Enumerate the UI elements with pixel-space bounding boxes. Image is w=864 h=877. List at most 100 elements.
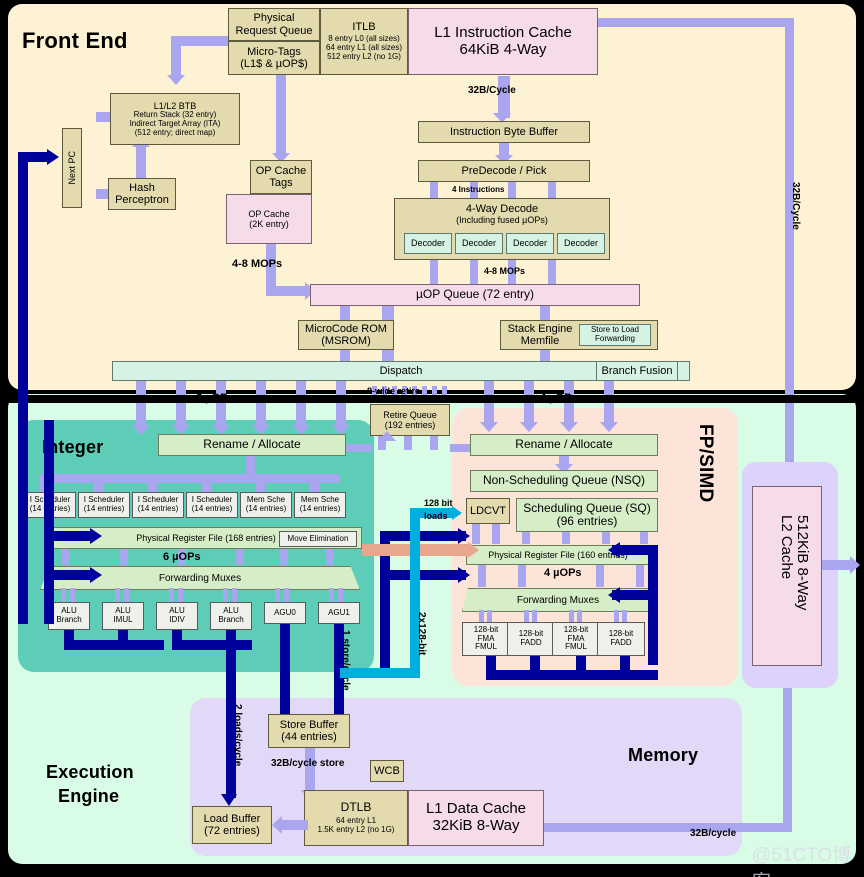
box-mem-scheduler-2: Mem Sche (14 entries) [294,492,346,518]
box-fp-rename-allocate: Rename / Allocate [470,434,658,456]
arrowhead-dispatch-int-1 [132,425,150,435]
label-mops-decode: 4-8 MOPs [484,266,526,276]
arrowhead-dispatch-fp-3 [560,422,578,432]
bus-alu-collect-2 [172,640,252,650]
box-i-scheduler-4: I Scheduler (14 entries) [186,492,238,518]
bus-navy-fwd-in [44,570,92,580]
box-fp-nsq: Non-Scheduling Queue (NSQ) [470,470,658,492]
arrow-btb-prq-v [171,36,181,76]
arrow-hash-btb [136,145,146,178]
box-dtlb: DTLB 64 entry L1 1.5K entry L2 (no 1G) [304,790,408,846]
bus-navy-left-trunk2 [44,420,54,624]
bus-navy-left-trunk [18,152,28,624]
box-instruction-byte-buffer: Instruction Byte Buffer [418,121,590,143]
microarchitecture-diagram: Front End Integer FP/SIMD Memory Executi… [0,0,864,877]
box-decoder-3: Decoder [506,233,554,254]
title-memory: Memory [628,745,699,765]
arrow-dispatch-int-6 [336,381,346,429]
box-l1-instruction-cache: L1 Instruction Cache 64KiB 4-Way [408,8,598,75]
arrowhead-navy-prf-in [90,528,102,544]
box-decoder-2: Decoder [455,233,503,254]
arrow-fp-mux-u4a [614,610,619,622]
arrow-int-mux-agu1b [338,588,343,602]
arrow-ldcvt-prf-2 [492,524,500,544]
arrow-decode-uopq-4 [548,260,556,284]
arrowhead-prq-btb-down [167,75,185,85]
watermark: @51CTO博客 [752,845,852,877]
box-mem-scheduler-1: Mem Sche (14 entries) [240,492,292,518]
box-decoder-1: Decoder [404,233,452,254]
arrow-dispatch-int-4 [256,381,266,429]
label-l1d-bandwidth: 32B/cycle [690,828,737,839]
box-load-buffer: Load Buffer (72 entries) [192,806,272,844]
arrowhead-dtlb-loadbuffer [272,816,282,834]
arrowhead-l2-out [850,556,860,574]
arrow-fp-mux-u2b [532,610,537,622]
arrow-l2-out [822,560,852,570]
divider-frontend-exec [8,395,856,403]
box-fp-unit-3: 128-bit FMA FMUL [552,622,600,656]
arrow-dispatch-int-2 [176,381,186,429]
label-integer-uops: 6 µOPs [196,392,234,404]
bus-alu2-out [118,630,128,650]
arrow-int-sched-2 [94,474,103,492]
arrowhead-cyan-loads [452,506,462,520]
label-128-bit-line2: loads [424,511,448,521]
arrow-dispatch-int-5 [296,381,306,429]
box-fp-unit-4: 128-bit FADD [597,622,645,656]
box-op-cache-tags: OP Cache Tags [250,160,312,194]
box-integer-rename-allocate: Rename / Allocate [158,434,346,456]
arrow-int-sched-3 [148,474,157,492]
label-l1i-bandwidth: 32B/Cycle [468,85,516,96]
arrow-dispatch-fp-4 [604,381,614,425]
box-wcb: WCB [370,760,404,782]
arrowhead-dispatch-fp-4 [600,422,618,432]
box-micro-tags: Micro-Tags (L1$ & µOP$) [228,41,320,75]
box-branch-fusion: Branch Fusion [596,361,678,381]
bus-agu0-down [280,624,290,720]
arrowhead-dispatch-fp-1 [480,422,498,432]
arrowhead-loads-loadbuffer [221,794,237,806]
arrow-int-mux-agu0a [275,588,280,602]
arrow-int-mux-alu1b [70,588,75,602]
label-1-store-per-cycle: 1 store/cycle [340,630,351,691]
bus-navy-prf-in [44,531,92,541]
arrow-int-sched-6 [310,474,319,492]
box-itlb: ITLB 8 entry L0 (all sizes) 64 entry L1 … [320,8,408,75]
arrowhead-fp-prf-back [608,542,620,558]
arrow-int-mux-agu1a [329,588,334,602]
label-l2-bandwidth-vertical: 32B/Cycle [790,182,801,230]
arrow-int-rename-retire [346,444,372,452]
arrow-fp-mux-u1b [487,610,492,622]
arrowhead-fp-fwd-back [608,587,620,603]
arrow-dispatch-fp-2 [524,381,534,425]
bus-fp-out-collect [486,670,658,680]
arrowhead-retireq-1 [378,431,396,441]
box-i-scheduler-2: I Scheduler (14 entries) [78,492,130,518]
arrow-sq-prf-1 [522,532,530,544]
bus-l1d-l2-v [783,688,792,832]
arrow-int-mux-alu3b [178,588,183,602]
arrowhead-dispatch-fp-2 [520,422,538,432]
box-decoder-4: Decoder [557,233,605,254]
arrow-int-prf-fwd-4 [236,549,244,565]
arrow-l1i-l2-h [598,18,794,27]
label-fp-uops: 4 µOPs [540,392,578,404]
arrow-predecode-decode-1 [430,182,438,198]
box-alu-idiv: ALU IDIV [156,602,198,630]
box-physical-request-queue: Physical Request Queue [228,8,320,41]
arrow-fp-mux-u3b [577,610,582,622]
box-l1-l2-btb: L1/L2 BTB Return Stack (32 entry) Indire… [110,93,240,145]
label-2x128-bit: 2x128-bit [416,612,427,656]
label-2-loads-per-cycle: 2 loads/cycle [232,704,243,767]
arrow-int-mux-alu1a [61,588,66,602]
title-execution-engine-line1: Execution [46,762,134,782]
arrow-decode-uopq-1 [430,260,438,284]
arrow-microtags-opcachetags [276,68,286,156]
label-128-bit-line1: 128 bit [424,498,453,508]
arrow-sq-prf-4 [640,532,648,544]
arrow-dispatch-fp-1 [484,381,494,425]
arrowhead-navy-fwd-in [90,567,102,583]
arrow-retireq-in-2 [404,436,412,450]
arrow-int-mux-agu0b [284,588,289,602]
